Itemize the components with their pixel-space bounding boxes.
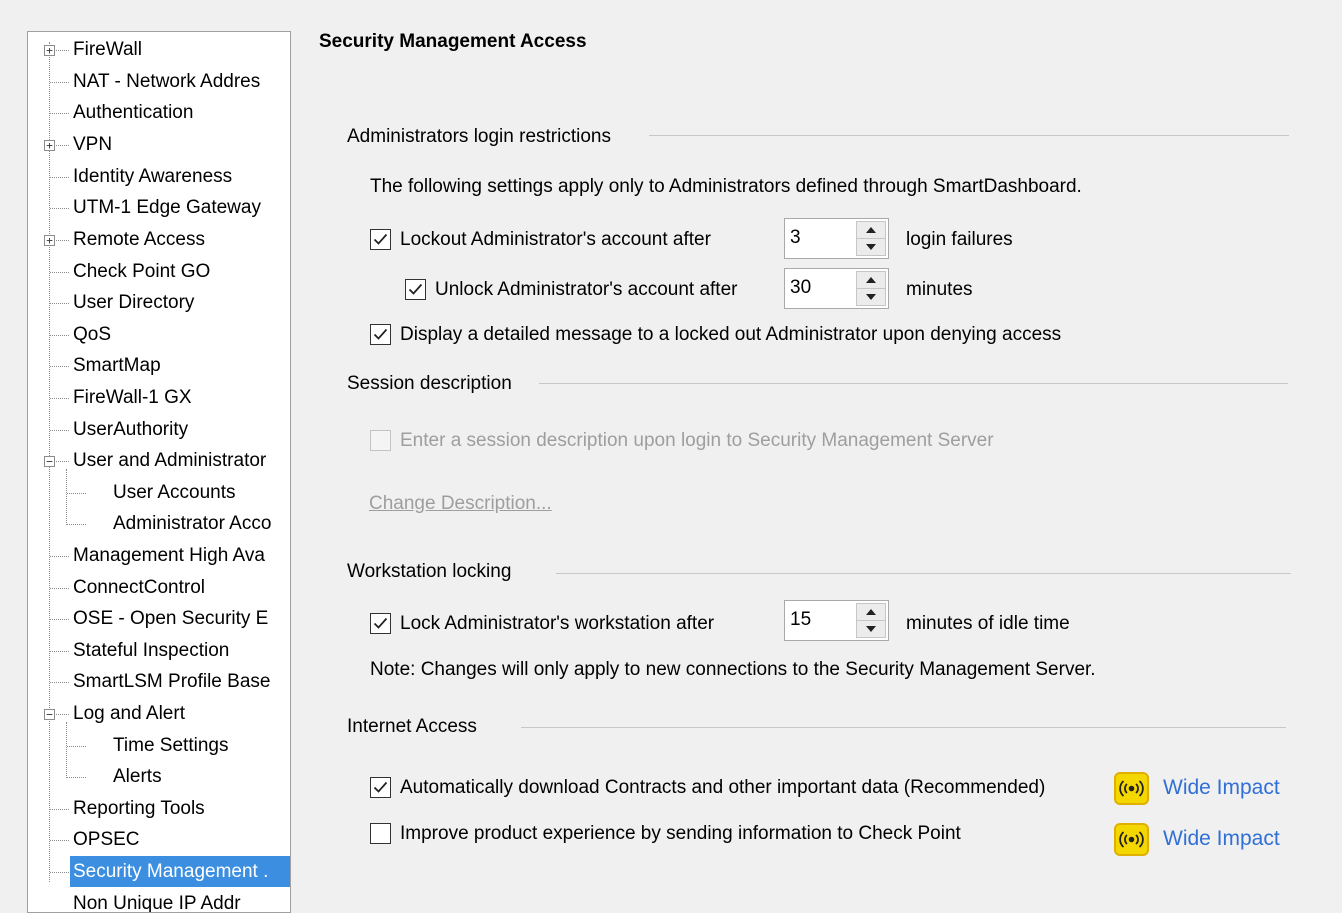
group-workstation-label: Workstation locking bbox=[347, 561, 512, 582]
checkmark-icon bbox=[373, 781, 388, 793]
lock-workstation-checkbox[interactable] bbox=[370, 613, 391, 634]
arrow-up-icon bbox=[866, 277, 876, 283]
lockout-failures-value[interactable]: 3 bbox=[790, 227, 801, 249]
session-description-label[interactable]: Enter a session description upon login t… bbox=[400, 430, 994, 452]
spin-up-button[interactable] bbox=[857, 604, 885, 621]
admin-login-note: The following settings apply only to Adm… bbox=[370, 176, 1082, 197]
spin-up-button[interactable] bbox=[857, 222, 885, 239]
checkmark-icon bbox=[373, 233, 388, 245]
spinner-buttons bbox=[856, 603, 886, 638]
group-admin-login-label: Administrators login restrictions bbox=[347, 126, 611, 147]
checkmark-icon bbox=[373, 617, 388, 629]
lock-suffix: minutes of idle time bbox=[906, 613, 1070, 634]
arrow-down-icon bbox=[866, 626, 876, 632]
group-divider bbox=[556, 573, 1291, 574]
display-message-checkbox[interactable] bbox=[370, 324, 391, 345]
broadcast-icon bbox=[1119, 780, 1144, 797]
main-panel: Security Management Access Administrator… bbox=[0, 0, 1342, 896]
auto-download-label[interactable]: Automatically download Contracts and oth… bbox=[400, 777, 1045, 799]
auto-download-checkbox[interactable] bbox=[370, 777, 391, 798]
wide-impact-badge bbox=[1114, 772, 1149, 805]
arrow-down-icon bbox=[866, 244, 876, 250]
unlock-minutes-value[interactable]: 30 bbox=[790, 277, 811, 299]
wide-impact-label: Wide Impact bbox=[1163, 776, 1280, 799]
spinner-buttons bbox=[856, 271, 886, 306]
checkmark-icon bbox=[373, 328, 388, 340]
lock-minutes-value[interactable]: 15 bbox=[790, 609, 811, 631]
spin-up-button[interactable] bbox=[857, 272, 885, 289]
unlock-suffix: minutes bbox=[906, 279, 973, 300]
lock-workstation-label[interactable]: Lock Administrator's workstation after bbox=[400, 613, 714, 635]
arrow-up-icon bbox=[866, 609, 876, 615]
group-divider bbox=[521, 727, 1286, 728]
group-divider bbox=[539, 383, 1288, 384]
lockout-checkbox[interactable] bbox=[370, 229, 391, 250]
lock-minutes-spinner[interactable]: 15 bbox=[784, 600, 889, 641]
wide-impact-badge bbox=[1114, 823, 1149, 856]
unlock-label[interactable]: Unlock Administrator's account after bbox=[435, 279, 737, 301]
unlock-minutes-spinner[interactable]: 30 bbox=[784, 268, 889, 309]
spin-down-button[interactable] bbox=[857, 621, 885, 637]
change-description-link[interactable]: Change Description... bbox=[369, 493, 552, 515]
lockout-failures-spinner[interactable]: 3 bbox=[784, 218, 889, 259]
group-internet-label: Internet Access bbox=[347, 716, 477, 737]
session-description-checkbox[interactable] bbox=[370, 430, 391, 451]
wide-impact-label: Wide Impact bbox=[1163, 827, 1280, 850]
arrow-down-icon bbox=[866, 294, 876, 300]
display-message-label[interactable]: Display a detailed message to a locked o… bbox=[400, 324, 1061, 346]
unlock-checkbox[interactable] bbox=[405, 279, 426, 300]
arrow-up-icon bbox=[866, 227, 876, 233]
improve-experience-checkbox[interactable] bbox=[370, 823, 391, 844]
spin-down-button[interactable] bbox=[857, 289, 885, 305]
broadcast-icon bbox=[1119, 831, 1144, 848]
checkmark-icon bbox=[408, 283, 423, 295]
group-divider bbox=[649, 135, 1289, 136]
page-title: Security Management Access bbox=[319, 31, 587, 52]
lockout-label[interactable]: Lockout Administrator's account after bbox=[400, 229, 711, 251]
spinner-buttons bbox=[856, 221, 886, 256]
spin-down-button[interactable] bbox=[857, 239, 885, 255]
lockout-suffix: login failures bbox=[906, 229, 1013, 250]
workstation-note: Note: Changes will only apply to new con… bbox=[370, 659, 1096, 680]
improve-experience-label[interactable]: Improve product experience by sending in… bbox=[400, 823, 961, 845]
group-session-label: Session description bbox=[347, 373, 512, 394]
